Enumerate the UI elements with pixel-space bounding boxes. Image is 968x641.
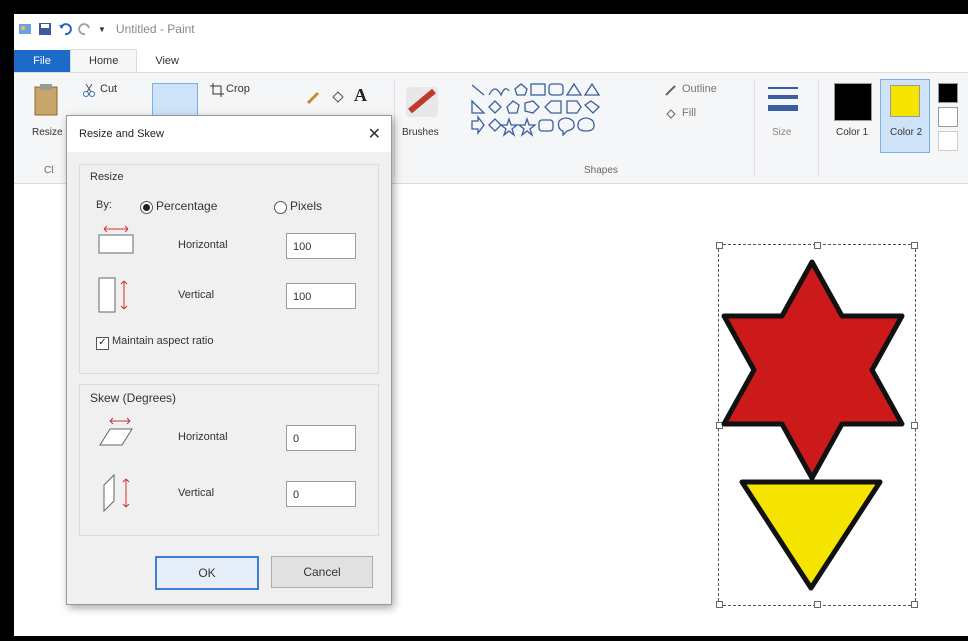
percentage-radio[interactable] [140, 201, 153, 214]
resize-handle[interactable] [716, 242, 723, 249]
close-icon[interactable]: ✕ [368, 124, 381, 144]
ribbon-separator [754, 79, 755, 177]
pixels-label[interactable]: Pixels [290, 199, 322, 213]
resize-vertical-icon [98, 277, 128, 313]
fill-icon[interactable] [664, 107, 678, 121]
size-label[interactable]: Size [772, 127, 791, 138]
paint-window: ▼ Untitled - Paint File Home View Resize… [14, 14, 968, 636]
resize-section-label: Resize [90, 171, 124, 183]
resize-group: Resize By: Percentage Pixels Horizontal … [79, 164, 379, 374]
text-tool-icon[interactable]: A [354, 85, 367, 106]
shapes-drawing [721, 259, 905, 591]
skew-vertical-input[interactable]: 0 [286, 481, 356, 507]
resize-handle[interactable] [814, 242, 821, 249]
skew-vertical-icon [103, 473, 130, 513]
size-icon[interactable] [766, 85, 800, 115]
dialog-title-bar: Resize and Skew ✕ [67, 116, 391, 152]
crop-label[interactable]: Crop [226, 83, 250, 95]
yellow-triangle-shape [739, 479, 883, 591]
tab-view[interactable]: View [137, 50, 197, 72]
quick-access-toolbar: ▼ [18, 22, 106, 36]
resize-handle[interactable] [911, 242, 918, 249]
by-label: By: [96, 199, 112, 211]
customize-quick-access-icon[interactable]: ▼ [98, 25, 106, 34]
paste-label: Resize [32, 127, 63, 138]
color1-label[interactable]: Color 1 [836, 127, 868, 138]
ribbon-separator [394, 79, 395, 177]
resize-horizontal-icon [98, 225, 134, 254]
percentage-label[interactable]: Percentage [156, 199, 217, 213]
red-star-shape [721, 259, 905, 481]
save-icon[interactable] [38, 22, 52, 36]
crop-icon[interactable] [210, 83, 224, 97]
fill-label[interactable]: Fill [682, 107, 696, 119]
skew-horizontal-input[interactable]: 0 [286, 425, 356, 451]
ok-button[interactable]: OK [155, 556, 259, 590]
brushes-label[interactable]: Brushes [402, 127, 439, 138]
ribbon-separator [818, 79, 819, 177]
title-bar: ▼ Untitled - Paint [14, 14, 968, 44]
color1-swatch[interactable] [834, 83, 872, 121]
cancel-button[interactable]: Cancel [271, 556, 373, 588]
palette-color-black[interactable] [938, 83, 958, 103]
tab-home[interactable]: Home [70, 49, 138, 72]
shapes-gallery[interactable] [469, 81, 639, 143]
clipboard-group-label: Cl [44, 165, 54, 176]
scissors-icon[interactable] [82, 83, 96, 97]
outline-icon[interactable] [664, 83, 678, 97]
resize-skew-dialog: Resize and Skew ✕ Resize By: Percentage … [66, 115, 392, 605]
window-title: Untitled - Paint [115, 22, 195, 36]
pencil-icon[interactable] [306, 89, 322, 105]
tab-file[interactable]: File [14, 50, 70, 72]
redo-icon[interactable] [78, 22, 92, 36]
outline-label[interactable]: Outline [682, 83, 717, 95]
brushes-icon[interactable] [402, 81, 442, 121]
cut-label[interactable]: Cut [100, 83, 117, 95]
color2-swatch[interactable] [890, 85, 920, 117]
paint-app-icon [19, 24, 31, 34]
dialog-title: Resize and Skew [79, 128, 164, 140]
color2-label[interactable]: Color 2 [890, 127, 922, 138]
palette-color-white[interactable] [938, 107, 958, 127]
fill-bucket-icon[interactable] [330, 89, 346, 105]
palette-color-blank[interactable] [938, 131, 958, 151]
resize-vertical-input[interactable]: 100 [286, 283, 356, 309]
maintain-aspect-checkbox[interactable]: ✓ [96, 337, 109, 350]
skew-horizontal-label: Horizontal [178, 431, 228, 443]
paste-icon[interactable] [32, 83, 62, 117]
vertical-label: Vertical [178, 289, 215, 301]
skew-horizontal-icon [99, 417, 133, 446]
horizontal-label: Horizontal [178, 239, 228, 251]
skew-vertical-label: Vertical [178, 487, 215, 499]
undo-icon[interactable] [58, 22, 72, 36]
shapes-group-label: Shapes [584, 165, 618, 176]
resize-horizontal-input[interactable]: 100 [286, 233, 356, 259]
skew-group: Skew (Degrees) Horizontal 0 Vertical 0 [79, 384, 379, 536]
pixels-radio[interactable] [274, 201, 287, 214]
maintain-aspect-label[interactable]: Maintain aspect ratio [112, 335, 214, 347]
ribbon-tabs: File Home View [14, 48, 968, 72]
skew-section-label: Skew (Degrees) [90, 391, 177, 405]
